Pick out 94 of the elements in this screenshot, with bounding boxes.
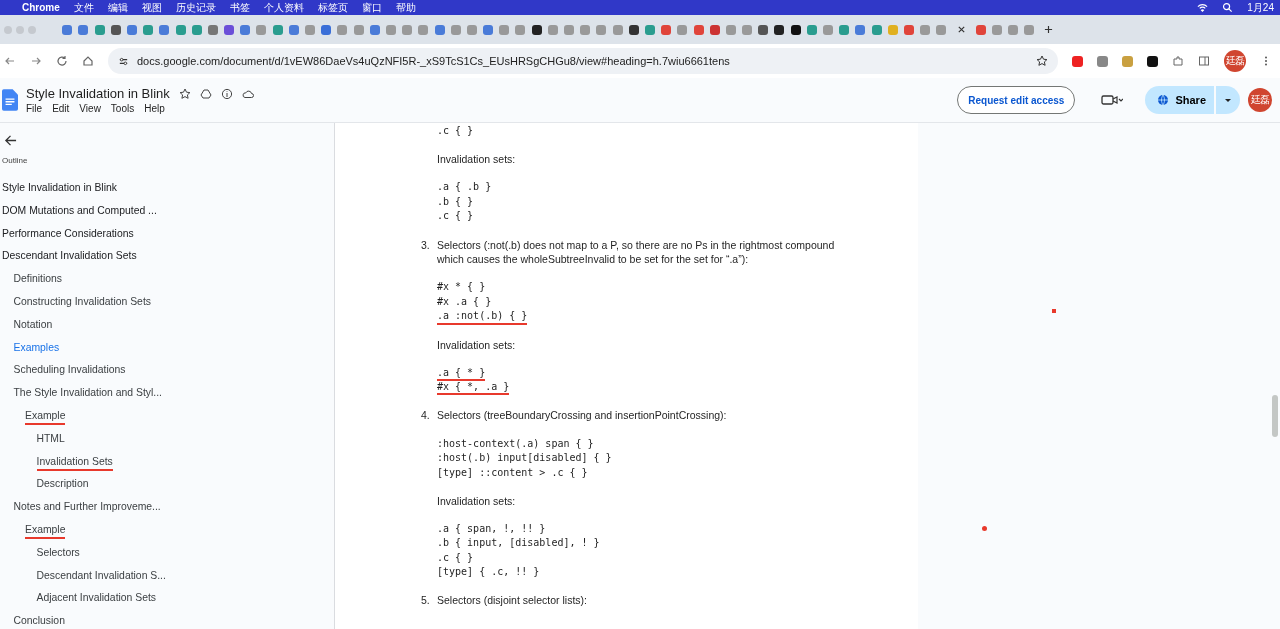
close-icon[interactable]: [956, 25, 966, 34]
code-line: #x .a { }: [437, 295, 492, 309]
code-line: .a { .b }: [437, 181, 492, 195]
outline-item[interactable]: Performance Considerations: [2, 227, 134, 243]
back-arrow-icon[interactable]: [4, 134, 17, 147]
scrollbar-thumb[interactable]: [1272, 395, 1278, 437]
menu-item[interactable]: 帮助: [395, 0, 416, 15]
code-line: .c { }: [437, 551, 474, 565]
outline-item[interactable]: Notes and Further Improveme...: [13, 501, 161, 517]
menu-item[interactable]: Tools: [110, 103, 135, 114]
menu-item[interactable]: 文件: [73, 0, 94, 15]
code-line: .c { }: [437, 125, 474, 138]
outline-item[interactable]: Invalidation Sets: [36, 455, 113, 471]
menu-item[interactable]: View: [79, 103, 101, 114]
list-item-text: Selectors (treeBoundaryCrossing and insertionPointCrossing):: [437, 408, 728, 423]
code-line: .b { }: [437, 195, 474, 209]
menu-item[interactable]: 历史记录: [175, 0, 216, 15]
menu-item[interactable]: Edit: [52, 103, 70, 114]
caret-icon: [1224, 96, 1232, 104]
paragraph: Invalidation sets:: [437, 152, 517, 167]
outline-item[interactable]: HTML: [36, 432, 65, 448]
outline-item[interactable]: Constructing Invalidation Sets: [13, 296, 151, 311]
list-item-text: Selectors (disjoint selector lists):: [437, 593, 588, 608]
code-line: #x * { }: [437, 281, 486, 295]
video-call-icon[interactable]: [1101, 94, 1124, 106]
outline-item[interactable]: Style Invalidation in Blink: [2, 182, 117, 197]
outline-item[interactable]: DOM Mutations and Computed ...: [2, 204, 157, 220]
code-line: :host-context(.a) span { }: [437, 437, 594, 451]
side-panel-icon[interactable]: [1198, 55, 1210, 67]
tab-favicon-icon[interactable]: [774, 24, 785, 35]
outline-heading: Outline: [2, 156, 29, 165]
menu-item[interactable]: 书签: [229, 0, 250, 15]
site-settings-icon: [118, 55, 129, 67]
code-line: .c { }: [437, 210, 474, 224]
wifi-icon[interactable]: [1197, 2, 1209, 13]
code-line: .a { * }: [437, 366, 486, 381]
profile-avatar[interactable]: 廷磊: [1224, 50, 1246, 72]
list-number: 3.: [421, 237, 431, 253]
menu-item[interactable]: 个人资料: [263, 0, 304, 15]
docs-logo-icon[interactable]: [2, 89, 18, 111]
code-line: #x { *, .a }: [437, 380, 510, 396]
outline-item[interactable]: Descendant Invalidation S...: [36, 569, 166, 585]
outline-item[interactable]: Scheduling Invalidations: [13, 364, 126, 380]
menu-item[interactable]: 窗口: [361, 0, 382, 15]
outline-item[interactable]: Descendant Invalidation Sets: [2, 250, 137, 266]
paragraph: Invalidation sets:: [437, 337, 517, 352]
list-number: 4.: [421, 408, 431, 423]
request-edit-access-button[interactable]: Request edit access: [957, 86, 1076, 114]
share-button[interactable]: Share: [1145, 86, 1214, 114]
tab-favicon-icon[interactable]: [790, 24, 801, 35]
document-title[interactable]: Style Invalidation in Blink: [26, 86, 170, 101]
tab-favicon-icon[interactable]: [531, 24, 542, 35]
outline-item[interactable]: Example: [25, 409, 66, 425]
reload-icon[interactable]: [56, 55, 68, 67]
menu-item[interactable]: File: [26, 103, 43, 114]
cloud-icon[interactable]: [241, 87, 254, 100]
star-icon[interactable]: [178, 87, 191, 100]
outline-item[interactable]: Description: [36, 478, 89, 494]
tab-favicon-icon[interactable]: [628, 24, 639, 35]
address-field[interactable]: docs.google.com/document/d/1vEW86DaeVs4uQzNFI5R-_xS9TcS1Cs_EUsHRSgCHGu8/view#heading=h.7wiu6661tens: [108, 48, 1058, 74]
info-icon[interactable]: [220, 87, 233, 100]
code-line: .a :not(.b) { }: [437, 310, 528, 325]
back-icon[interactable]: [4, 55, 16, 67]
forward-icon[interactable]: [30, 55, 42, 67]
outline-item[interactable]: Definitions: [13, 273, 62, 289]
clock: 1月24: [1247, 1, 1274, 15]
menu-item[interactable]: 视图: [141, 0, 162, 15]
extension-icon[interactable]: [1147, 55, 1158, 67]
globe-icon: [1157, 94, 1170, 106]
list-item-text: Selectors (:not(.b) does not map to a P, so there are no Ps in the rightmost compound which causes the wholeSubtreeInvalid to be set for the set for “.a”):: [437, 237, 836, 267]
menu-item[interactable]: 标签页: [317, 0, 348, 15]
home-icon[interactable]: [82, 55, 94, 67]
new-tab-icon[interactable]: [1044, 25, 1054, 34]
code-line: .b { input, [disabled], ! }: [437, 537, 600, 551]
menu-item[interactable]: Help: [144, 103, 165, 114]
outline-item[interactable]: Conclusion: [13, 615, 65, 629]
list-number: 5.: [421, 593, 431, 608]
code-line: .a { span, !, !! }: [437, 522, 546, 536]
outline-item[interactable]: Notation: [13, 318, 53, 334]
search-icon[interactable]: [1222, 2, 1234, 13]
user-avatar[interactable]: 廷磊: [1248, 88, 1272, 112]
bookmark-star-icon[interactable]: [1036, 55, 1048, 67]
outline-item[interactable]: Examples: [13, 341, 60, 357]
outline-item[interactable]: Adjacent Invalidation Sets: [36, 592, 157, 608]
code-line: [type] { .c, !! }: [437, 566, 540, 580]
outline-item[interactable]: The Style Invalidation and Styl...: [13, 387, 162, 403]
paragraph: Invalidation sets:: [437, 493, 517, 508]
code-line: [type] ::content > .c { }: [437, 466, 588, 480]
outline-item[interactable]: Selectors: [36, 546, 80, 562]
menu-item[interactable]: 编辑: [107, 0, 128, 15]
outline-item[interactable]: Example: [25, 523, 66, 539]
app-name[interactable]: Chrome: [22, 0, 60, 15]
annotation-dot: [982, 526, 987, 531]
code-line: :host(.b) input[disabled] { }: [437, 452, 612, 466]
